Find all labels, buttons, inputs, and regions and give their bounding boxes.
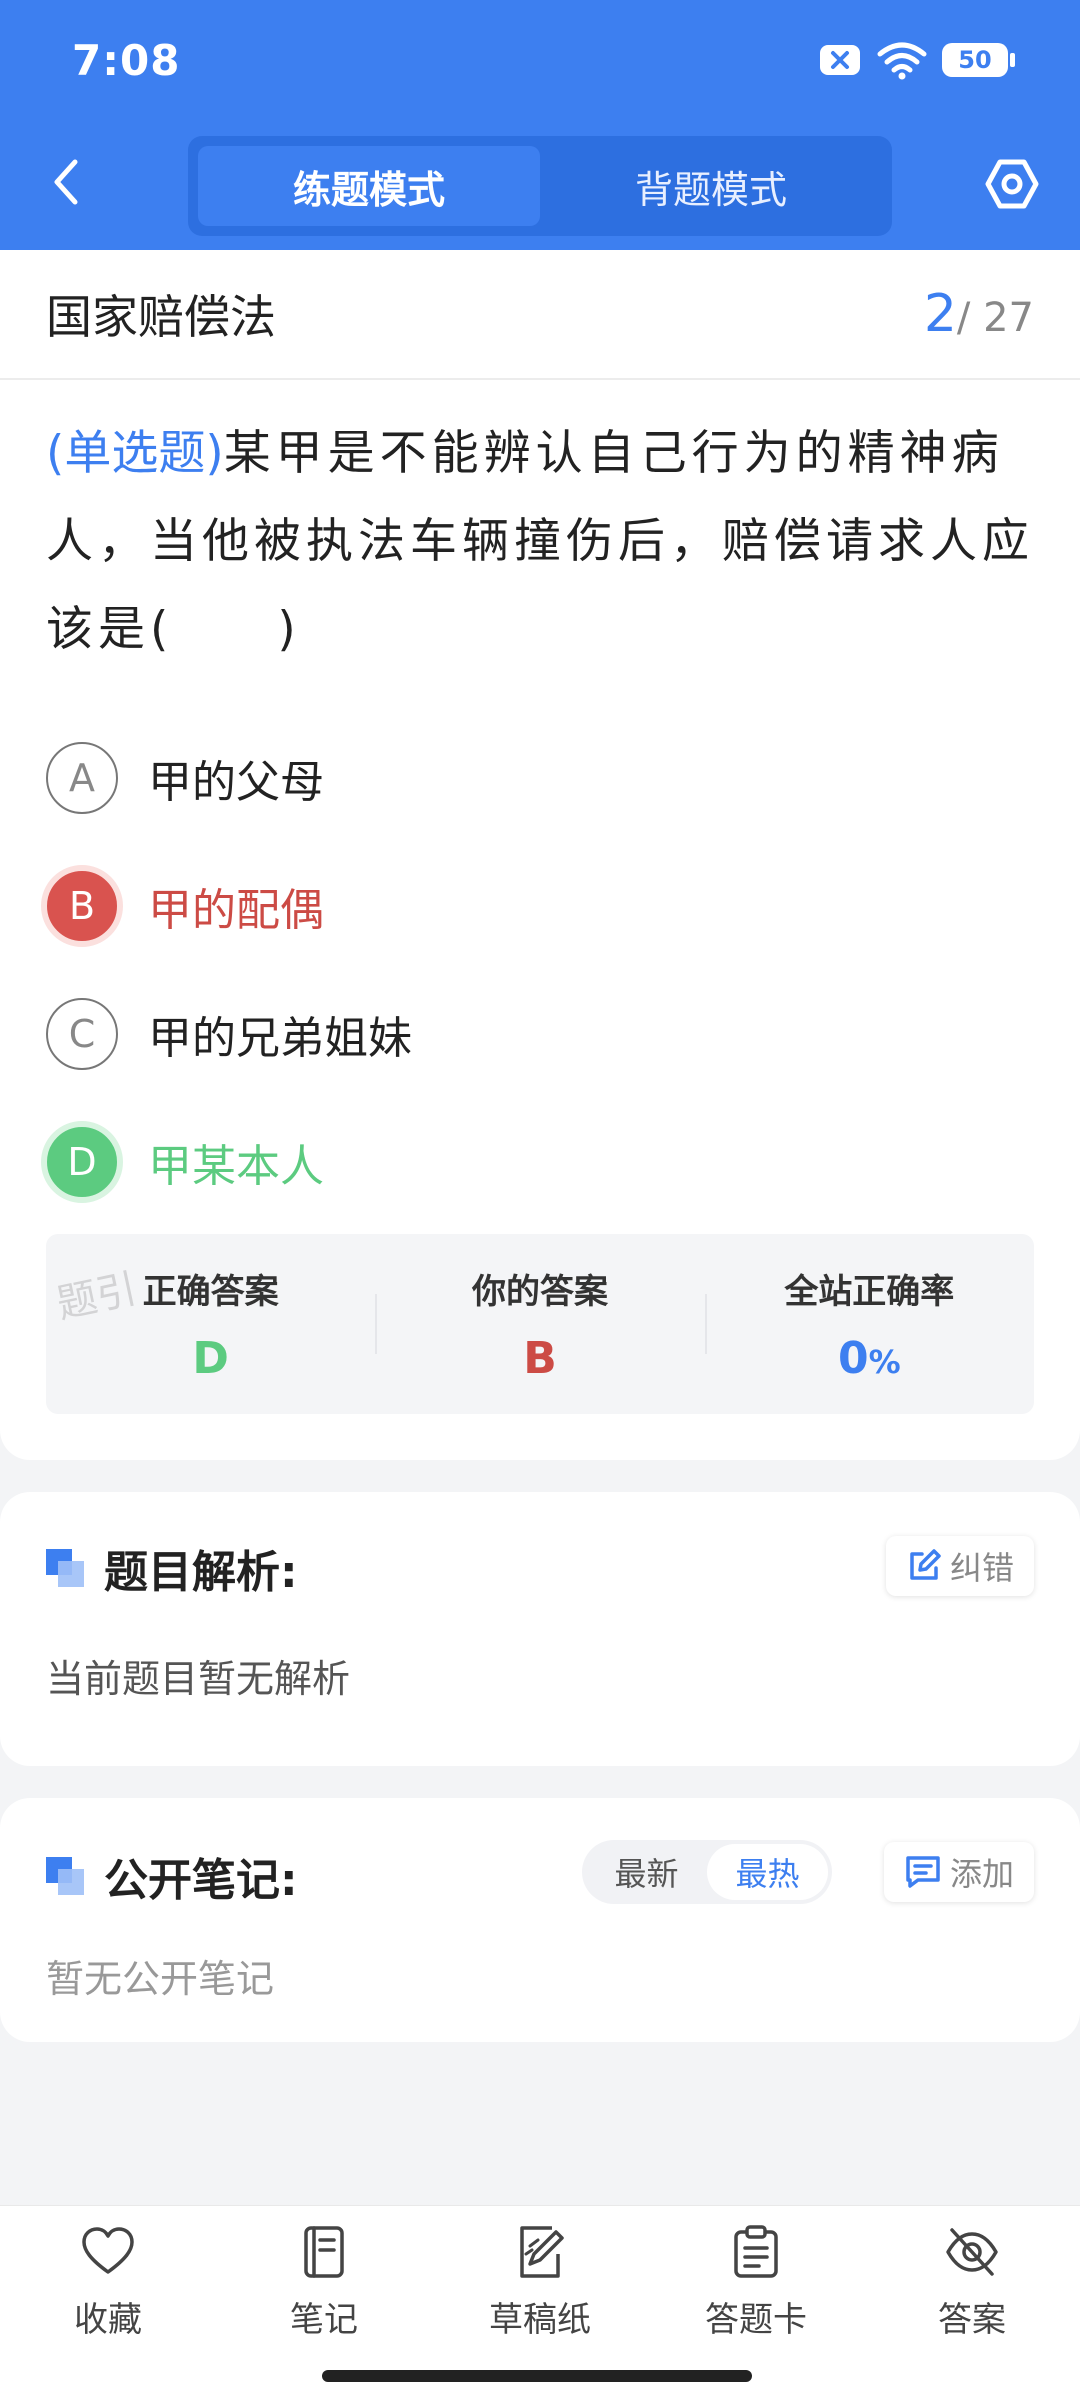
section-squares-icon: [46, 1549, 84, 1587]
option-letter-wrong: B: [41, 865, 123, 947]
status-time: 7:08: [72, 35, 181, 85]
eye-off-icon: [946, 2228, 998, 2276]
analysis-body: 当前题目暂无解析: [46, 1657, 351, 1701]
home-indicator[interactable]: [322, 2370, 752, 2382]
settings-hexagon-icon: [985, 159, 1039, 209]
status-icons: 50: [818, 40, 1015, 80]
your-answer-col: 你的答案 B: [375, 1234, 704, 1414]
settings-button[interactable]: [980, 152, 1044, 216]
answer-summary: 题引 正确答案 D 你的答案 B 全站正确率 0%: [46, 1234, 1034, 1414]
tab-label: 收藏: [74, 2300, 142, 2340]
option-text: 甲某本人: [148, 1141, 324, 1192]
tab-practice-mode[interactable]: 练题模式: [198, 146, 540, 226]
option-text: 甲的兄弟姐妹: [148, 1013, 412, 1064]
accuracy-label: 全站正确率: [784, 1272, 955, 1312]
notes-card: 公开笔记: 最新 最热 添加 暂无公开笔记: [0, 1798, 1080, 2042]
analysis-card: 题目解析: 纠错 当前题目暂无解析: [0, 1492, 1080, 1766]
notes-sort-toggle: 最新 最热: [582, 1840, 832, 1904]
option-letter: A: [46, 742, 118, 814]
correct-answer-col: 正确答案 D: [46, 1234, 375, 1414]
tab-answer-sheet[interactable]: 答题卡: [648, 2224, 864, 2356]
option-c[interactable]: C 甲的兄弟姐妹: [46, 970, 1034, 1098]
option-d[interactable]: D 甲某本人: [41, 1098, 1034, 1226]
sort-latest[interactable]: 最新: [586, 1844, 707, 1900]
option-letter: C: [46, 998, 118, 1070]
question-type: (单选题): [46, 426, 224, 481]
question-card: 国家赔偿法 2/ 27 (单选题)某甲是不能辨认自己行为的精神病人，当他被执法车…: [0, 250, 1080, 1460]
accuracy-col: 全站正确率 0%: [704, 1234, 1034, 1414]
section-squares-icon: [46, 1857, 84, 1895]
clipboard-icon: [734, 2225, 778, 2278]
correct-answer-value: D: [192, 1333, 229, 1384]
bottom-toolbar: 收藏 笔记 草稿纸 答题卡 答案: [0, 2205, 1080, 2400]
accuracy-value: 0%: [838, 1333, 901, 1384]
subject-row: 国家赔偿法 2/ 27: [0, 250, 1080, 380]
mode-switch: 练题模式 背题模式: [188, 136, 892, 236]
option-b[interactable]: B 甲的配偶: [41, 842, 1034, 970]
status-bar: 7:08 50: [72, 30, 1015, 90]
tab-memorize-mode[interactable]: 背题模式: [540, 146, 882, 226]
analysis-title: 题目解析:: [104, 1547, 298, 1598]
report-error-button[interactable]: 纠错: [885, 1536, 1034, 1596]
notes-title-row: 公开笔记:: [46, 1844, 298, 1908]
options-list: A 甲的父母 B 甲的配偶 C 甲的兄弟姐妹 D 甲某本人: [0, 714, 1080, 1226]
tab-label: 答题卡: [705, 2300, 807, 2340]
edit-icon: [910, 1549, 941, 1580]
back-button[interactable]: [36, 152, 96, 212]
app-header: 7:08 50 练题模式 背题模式: [0, 0, 1080, 250]
current-question-number: 2: [923, 284, 957, 344]
tab-label: 答案: [938, 2300, 1006, 2340]
wifi-icon: [877, 42, 927, 80]
comment-add-icon: [906, 1856, 940, 1888]
tab-label: 草稿纸: [489, 2300, 591, 2340]
option-letter-correct: D: [41, 1121, 123, 1203]
correct-answer-label: 正确答案: [142, 1272, 279, 1312]
tab-favorite[interactable]: 收藏: [0, 2224, 216, 2356]
option-a[interactable]: A 甲的父母: [46, 714, 1034, 842]
option-text: 甲的父母: [148, 757, 324, 808]
report-error-label: 纠错: [949, 1549, 1014, 1587]
heart-icon: [82, 2227, 134, 2274]
tab-draft[interactable]: 草稿纸: [432, 2224, 648, 2356]
question-counter: 2/ 27: [924, 284, 1034, 344]
add-note-label: 添加: [949, 1855, 1014, 1893]
tab-label: 笔记: [290, 2300, 358, 2340]
sort-hot[interactable]: 最热: [707, 1844, 828, 1900]
total-question-count: / 27: [956, 295, 1034, 341]
accuracy-unit: %: [868, 1343, 901, 1381]
add-note-button[interactable]: 添加: [883, 1842, 1034, 1902]
analysis-title-row: 题目解析:: [46, 1536, 298, 1600]
question-stem: (单选题)某甲是不能辨认自己行为的精神病人，当他被执法车辆撞伤后，赔偿请求人应该…: [0, 380, 1080, 674]
notes-body: 暂无公开笔记: [46, 1957, 275, 2001]
tab-notes[interactable]: 笔记: [216, 2224, 432, 2356]
accuracy-number: 0: [837, 1333, 869, 1384]
tab-answer[interactable]: 答案: [864, 2224, 1080, 2356]
battery-indicator: 50: [942, 43, 1015, 77]
notification-x-icon: [820, 45, 860, 75]
your-answer-label: 你的答案: [471, 1272, 608, 1312]
subject-title: 国家赔偿法: [46, 290, 276, 344]
nav-bar: 练题模式 背题模式: [0, 136, 1080, 236]
notes-title: 公开笔记:: [104, 1855, 298, 1906]
your-answer-value: B: [523, 1333, 557, 1384]
option-text: 甲的配偶: [148, 885, 324, 936]
chevron-left-icon: [54, 159, 78, 205]
notebook-icon: [304, 2226, 344, 2278]
draft-icon: [520, 2226, 564, 2278]
